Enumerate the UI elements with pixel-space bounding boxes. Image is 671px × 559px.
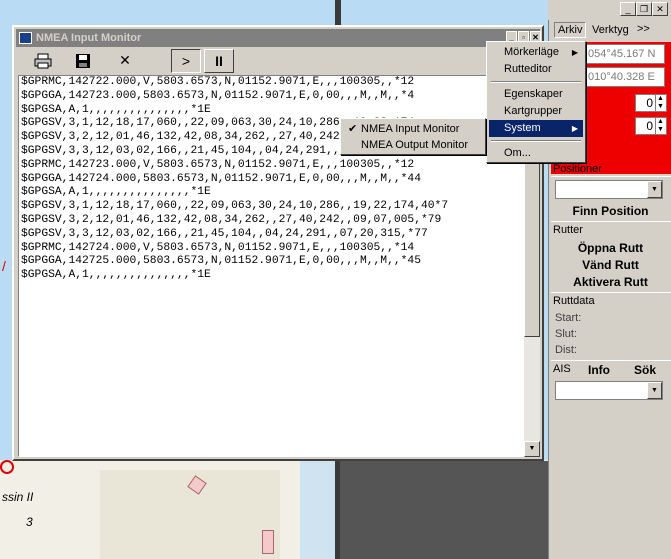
chart-land: [262, 530, 274, 554]
open-route-button[interactable]: Öppna Rutt: [549, 241, 671, 255]
spin-arrows-icon[interactable]: ▲ ▼: [655, 95, 665, 111]
spin-arrows-icon[interactable]: ▲ ▼: [655, 118, 665, 134]
ais-select[interactable]: ▼: [555, 381, 663, 400]
menu-item-nmea-input[interactable]: ✔ NMEA Input Monitor: [343, 121, 483, 137]
chart-marker: [0, 460, 14, 474]
divider: [551, 292, 671, 293]
divider: [551, 176, 671, 177]
chevron-down-icon[interactable]: ▼: [647, 382, 662, 399]
menu-item-label: Egenskaper: [504, 88, 563, 100]
chart-land: [300, 461, 335, 559]
menu-item-label: NMEA Input Monitor: [361, 123, 460, 135]
nmea-line: $GPGSV,3,3,12,03,02,166,,21,45,104,,04,2…: [21, 227, 428, 240]
nmea-line: $GPGGA,142723.000,5803.6573,N,01152.9071…: [21, 89, 415, 102]
scroll-down-icon[interactable]: ▼: [524, 441, 540, 457]
nmea-line: $GPRMC,142723.000,V,5803.6573,N,01152.90…: [21, 158, 415, 171]
activate-route-button[interactable]: Aktivera Rutt: [549, 275, 671, 289]
submenu-arrow-icon: ▶: [571, 124, 578, 133]
latitude-field[interactable]: 054°45.167 N: [581, 44, 665, 64]
menu-item-system[interactable]: System ▶: [489, 120, 583, 137]
search-tab[interactable]: Sök: [634, 363, 656, 377]
play-button[interactable]: >: [171, 49, 201, 73]
nmea-line: $GPGSA,A,1,,,,,,,,,,,,,,,*1E: [21, 269, 211, 282]
menu-item-morkerlage[interactable]: Mörkerläge ▶: [489, 44, 583, 61]
find-position-button[interactable]: Finn Position: [549, 204, 671, 218]
checkmark-icon: ✔: [348, 123, 358, 135]
window-titlebar[interactable]: NMEA Input Monitor _ ▫ ✕: [16, 29, 541, 47]
spin-value-1: 0: [646, 96, 653, 110]
chart-marker: /: [2, 258, 6, 274]
menu-item-kartgrupper[interactable]: Kartgrupper: [489, 103, 583, 120]
menu-item-nmea-output[interactable]: NMEA Output Monitor: [343, 137, 483, 153]
close-button[interactable]: ✕: [652, 2, 668, 16]
system-submenu: ✔ NMEA Input Monitor NMEA Output Monitor: [340, 118, 486, 155]
menu-separator: [491, 81, 581, 83]
clear-button[interactable]: ✕: [110, 49, 140, 73]
nmea-line: $GPRMC,142724.000,V,5803.6573,N,01152.90…: [21, 241, 415, 254]
divider: [551, 221, 671, 222]
menu-item-rutteditor[interactable]: Rutteditor: [489, 61, 583, 78]
app-icon: [19, 32, 32, 44]
ruttdata-label: Ruttdata: [553, 295, 595, 307]
info-tab[interactable]: Info: [588, 363, 610, 377]
spin-value-2: 0: [646, 119, 653, 133]
print-button[interactable]: [28, 49, 58, 73]
menu-arkiv[interactable]: Arkiv: [554, 22, 587, 38]
nmea-line: $GPRMC,142722.000,V,5803.6573,N,01152.90…: [21, 76, 415, 88]
submenu-arrow-icon: ▶: [571, 48, 578, 57]
nmea-line: $GPGSA,A,1,,,,,,,,,,,,,,,*1E: [21, 186, 211, 199]
pause-button[interactable]: II: [204, 49, 234, 73]
positioner-label: Positioner: [553, 163, 602, 175]
window-title: NMEA Input Monitor: [36, 32, 142, 44]
route-start-label: Start:: [555, 312, 582, 324]
minimize-button[interactable]: _: [620, 2, 636, 16]
menu-item-om[interactable]: Om...: [489, 145, 583, 162]
position-select[interactable]: ▼: [555, 180, 663, 199]
restore-button[interactable]: ❐: [636, 2, 652, 16]
menu-item-label: System: [504, 122, 541, 134]
printer-icon: [34, 53, 52, 69]
rutter-label: Rutter: [553, 224, 583, 236]
arkiv-menu: Mörkerläge ▶ Rutteditor Egenskaper Kartgr…: [486, 41, 586, 163]
divider: [551, 360, 671, 361]
menu-separator: [491, 140, 581, 142]
chart-place-label: ssin II: [2, 490, 34, 504]
nmea-monitor-window: NMEA Input Monitor _ ▫ ✕ ✕ > II $GPRMC,1…: [12, 25, 544, 461]
nmea-line: $GPGSV,3,1,12,18,17,060,,22,09,063,30,24…: [21, 200, 449, 213]
nmea-line: $GPGSA,A,1,,,,,,,,,,,,,,,*1E: [21, 103, 211, 116]
menu-item-label: Om...: [504, 147, 531, 159]
menu-item-label: NMEA Output Monitor: [361, 139, 468, 151]
menu-item-label: Rutteditor: [504, 63, 552, 75]
save-button[interactable]: [68, 49, 98, 73]
spin-field-2[interactable]: 0 ▲ ▼: [635, 117, 667, 135]
mdi-control-bar: _ ❐ ✕: [548, 0, 671, 20]
spin-field-1[interactable]: 0 ▲ ▼: [635, 94, 667, 112]
ais-tab[interactable]: AIS: [553, 363, 571, 375]
floppy-icon: [76, 54, 90, 68]
menu-item-egenskaper[interactable]: Egenskaper: [489, 86, 583, 103]
menu-verktyg[interactable]: Verktyg: [592, 24, 629, 36]
chevron-down-icon[interactable]: ▼: [647, 181, 662, 198]
reverse-route-button[interactable]: Vänd Rutt: [549, 258, 671, 272]
menu-item-label: Mörkerläge: [504, 46, 560, 58]
menu-item-label: Kartgrupper: [504, 105, 563, 117]
nmea-line: $GPGSV,3,2,12,01,46,132,42,08,34,262,,27…: [21, 213, 442, 226]
longitude-field[interactable]: 010°40.328 E: [581, 67, 665, 87]
nmea-line: $GPGGA,142724.000,5803.6573,N,01152.9071…: [21, 172, 421, 185]
chart-depth-label: 3: [26, 515, 33, 529]
chart-road: [340, 461, 548, 559]
nmea-line: $GPGGA,142725.000,5803.6573,N,01152.9071…: [21, 255, 421, 268]
menu-more[interactable]: >>: [637, 23, 650, 35]
route-distance-label: Dist:: [555, 344, 577, 356]
route-end-label: Slut:: [555, 328, 578, 340]
